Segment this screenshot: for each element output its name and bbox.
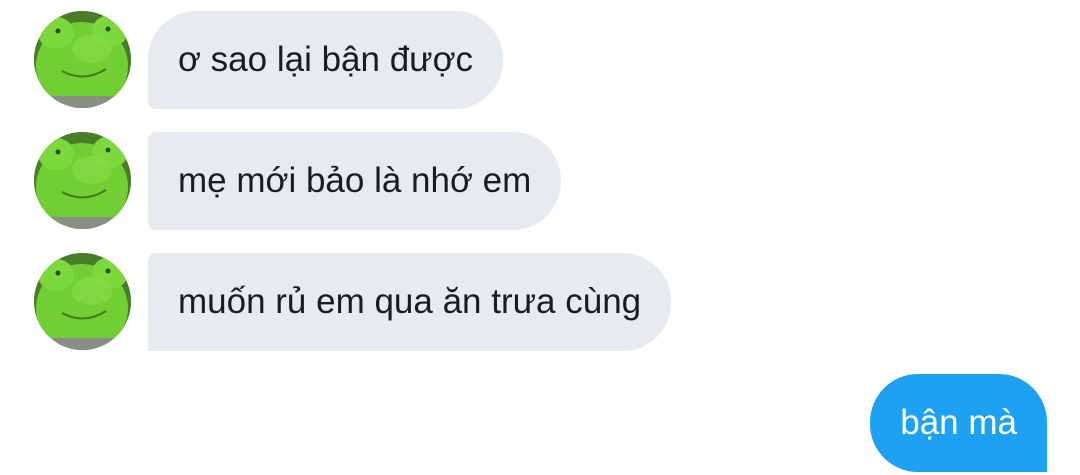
contact-avatar[interactable] [34, 11, 131, 108]
message-bubble-incoming[interactable]: ơ sao lại bận được [148, 11, 504, 109]
message-text: mẹ mới bảo là nhớ em [178, 161, 532, 200]
message-bubble-outgoing[interactable]: bận mà [870, 374, 1047, 472]
message-text: ơ sao lại bận được [178, 40, 474, 79]
frog-plush-avatar-icon [34, 11, 131, 108]
contact-avatar[interactable] [34, 132, 131, 229]
message-bubble-incoming[interactable]: mẹ mới bảo là nhớ em [148, 132, 562, 230]
contact-avatar[interactable] [34, 253, 131, 350]
frog-plush-avatar-icon [34, 253, 131, 350]
frog-plush-avatar-icon [34, 132, 131, 229]
message-bubble-incoming[interactable]: muốn rủ em qua ăn trưa cùng [148, 253, 672, 351]
message-text: muốn rủ em qua ăn trưa cùng [178, 282, 642, 321]
message-text: bận mà [900, 403, 1017, 442]
